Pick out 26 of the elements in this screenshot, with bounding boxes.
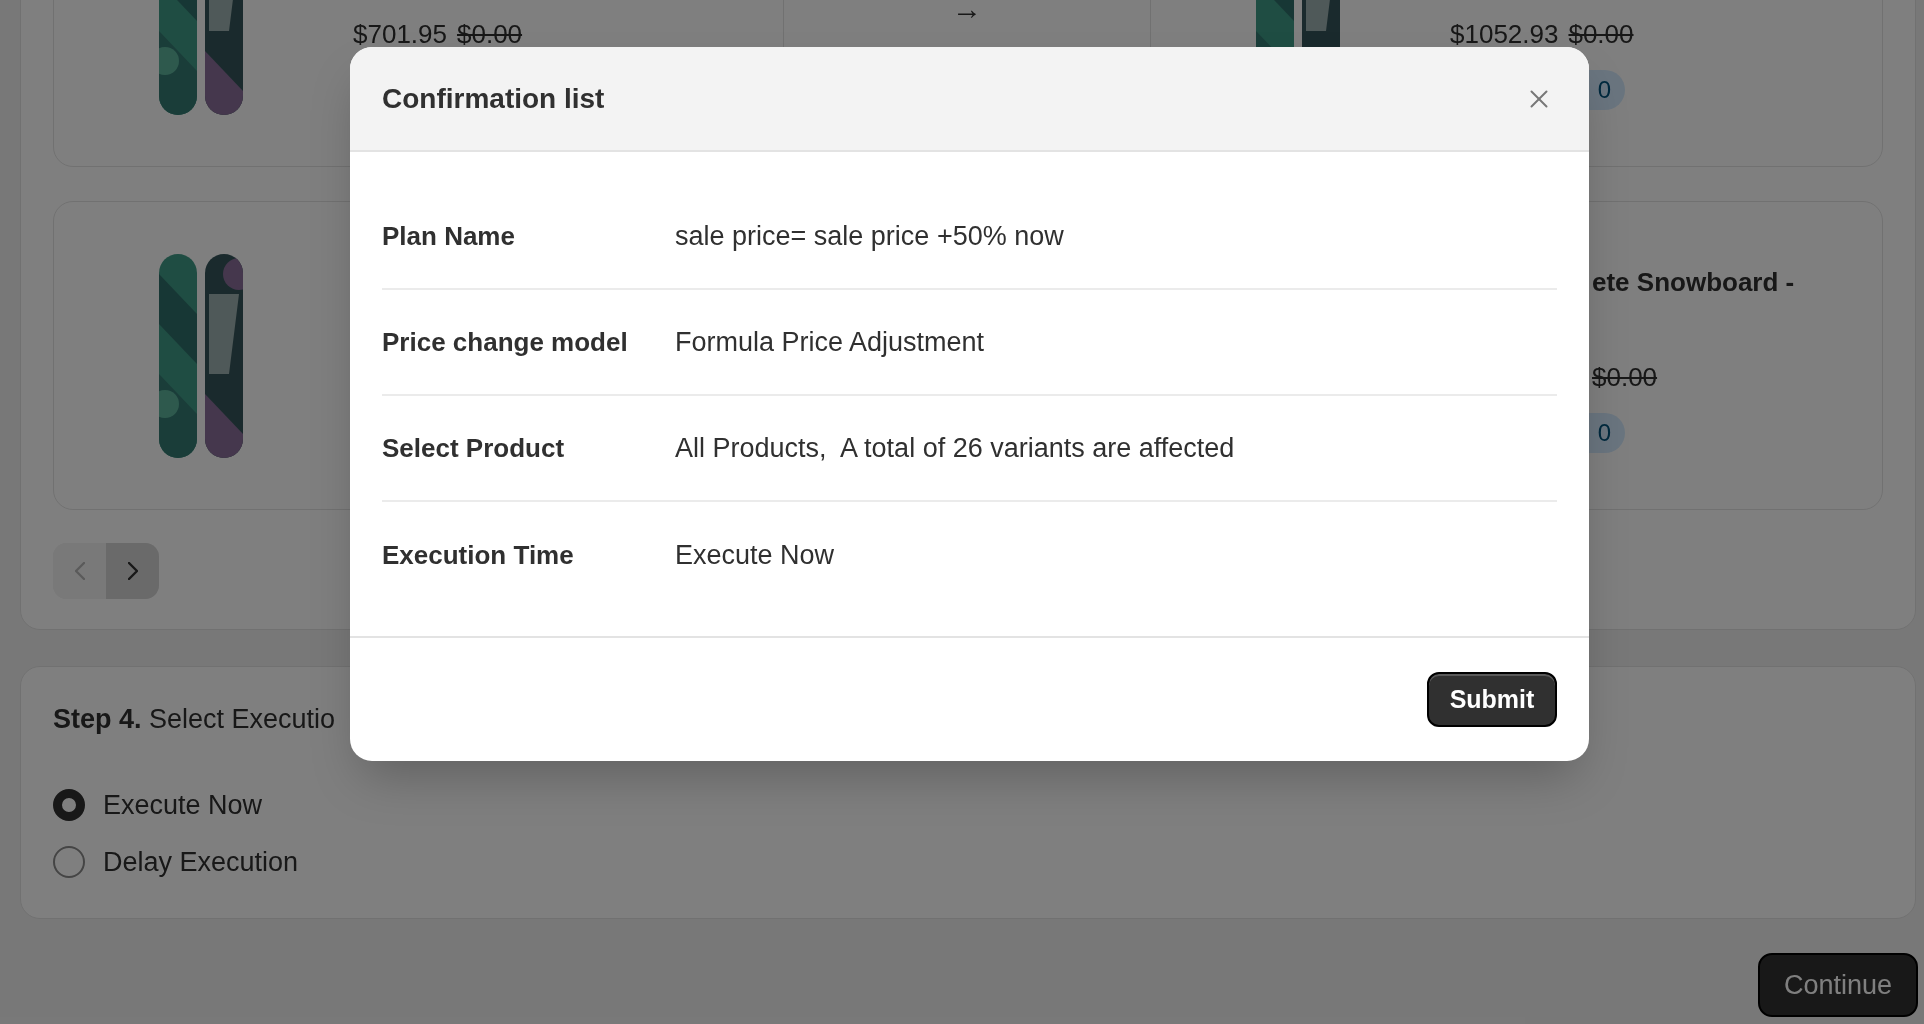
radio-option[interactable]: Execute Now: [53, 789, 1883, 821]
field-value: Formula Price Adjustment: [675, 325, 985, 359]
arrow-text: →: [952, 0, 982, 25]
continue-button[interactable]: Continue: [1758, 953, 1918, 1017]
field-value: Execute Now: [675, 538, 835, 572]
field-value: All Products, A total of 26 variants are affected: [675, 431, 1235, 465]
compare-price: $0.00: [1568, 18, 1634, 50]
dialog-title: Confirmation list: [382, 81, 605, 116]
chevron-right-icon: [127, 562, 138, 580]
product-title: ete Snowboard -: [1592, 266, 1795, 298]
field-label: Plan Name: [382, 219, 516, 253]
field-label: Execution Time: [382, 538, 575, 572]
sale-price: $1052.93: [1450, 18, 1559, 50]
compare-price: $0.00: [457, 18, 523, 50]
radio-option[interactable]: Delay Execution: [53, 846, 1883, 878]
chevron-left-icon: [74, 562, 85, 580]
sale-price: $701.95: [353, 18, 447, 50]
radio-button[interactable]: [53, 846, 85, 878]
step-heading: Step 4. Select Executio: [53, 703, 337, 735]
next-page-button[interactable]: [106, 543, 159, 599]
radio-button[interactable]: [53, 789, 85, 821]
field-value: sale price= sale price +50% now: [675, 219, 1064, 253]
field-label: Price change model: [382, 325, 629, 359]
compare-price: $0.00: [1592, 361, 1658, 393]
submit-button[interactable]: Submit: [1427, 672, 1557, 727]
field-label: Select Product: [382, 431, 566, 465]
